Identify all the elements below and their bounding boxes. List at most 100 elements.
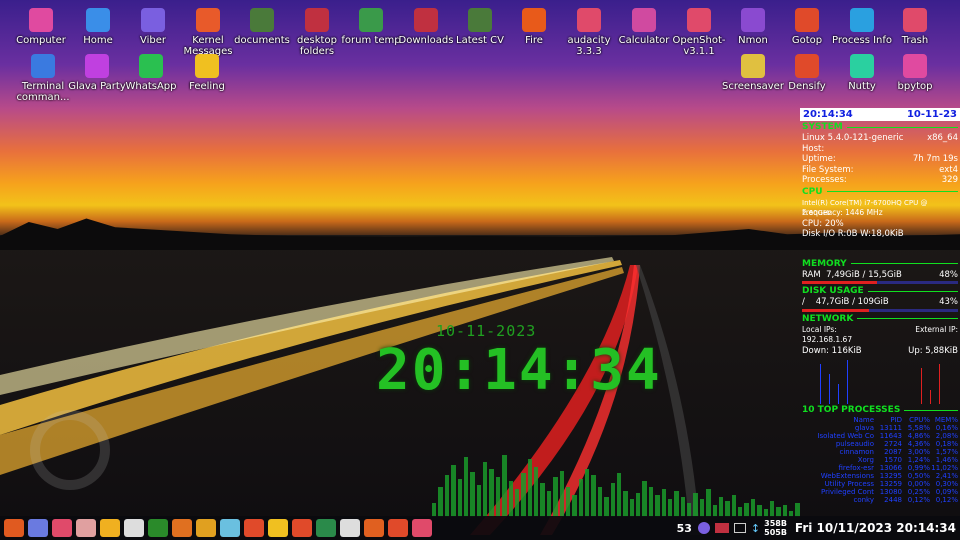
- terminal-icon[interactable]: [292, 519, 312, 537]
- disk-mount: /: [802, 297, 805, 307]
- process-cell: pulseaudio: [835, 440, 874, 448]
- firefox-icon[interactable]: [364, 519, 384, 537]
- process-cell: 0,12%: [907, 496, 930, 504]
- gotop-icon: [795, 8, 819, 32]
- process-cell: Privileged Cont: [820, 488, 874, 496]
- process-cell: 0,12%: [935, 496, 958, 504]
- net-down: Down: 116KiB: [802, 345, 862, 356]
- uptime-label: Uptime:: [802, 154, 836, 164]
- calculator-icon: [632, 8, 656, 32]
- bolt-icon[interactable]: [268, 519, 288, 537]
- visualizer-bar: [769, 501, 775, 517]
- col-name: Name: [853, 416, 874, 424]
- visualizer-bar: [667, 499, 673, 517]
- cpu-header: CPU: [800, 186, 960, 198]
- visualizer-bar: [534, 467, 539, 517]
- clock-icon[interactable]: [340, 519, 360, 537]
- terminal-icon[interactable]: [244, 519, 264, 537]
- dashed-square-icon[interactable]: [148, 519, 168, 537]
- visualizer-bar: [578, 479, 583, 517]
- flag-icon[interactable]: [714, 523, 729, 533]
- ram-percent: 48%: [939, 269, 958, 280]
- visualizer-bar: [750, 499, 756, 517]
- tray-count: 53: [676, 521, 692, 535]
- ubuntu-menu-icon[interactable]: [4, 519, 24, 537]
- net-up-speed: 358B: [764, 519, 787, 528]
- visualizer-bar: [642, 481, 647, 517]
- cpu-graph-area: [800, 240, 960, 258]
- conky-header: 20:14:34 10-11-23: [800, 108, 960, 121]
- terminal-money-icon[interactable]: [196, 519, 216, 537]
- folder-icon: [250, 8, 274, 32]
- process-cell: 0,09%: [935, 488, 958, 496]
- col-mem: MEM%: [934, 416, 958, 424]
- taskbar-clock[interactable]: Fri 10/11/2023 20:14:34: [795, 521, 956, 535]
- process-cell: 0,00%: [907, 480, 930, 488]
- pinwheel-icon[interactable]: [172, 519, 192, 537]
- face-icon: [195, 54, 219, 78]
- uptime-value: 7h 7m 19s: [912, 154, 958, 164]
- inkscape-icon[interactable]: [316, 519, 336, 537]
- processes-label: Processes:: [802, 175, 847, 185]
- visualizer-bar: [470, 472, 475, 517]
- process-cell: WebExtensions: [820, 472, 874, 480]
- gear-icon: [196, 8, 220, 32]
- fire-icon: [522, 8, 546, 32]
- net-down-speed: 505B: [764, 528, 787, 537]
- files-icon[interactable]: [28, 519, 48, 537]
- process-row: Isolated Web Co 11643 4,86% 2,08%: [800, 432, 960, 440]
- process-cell: 11643: [879, 432, 902, 440]
- viber-tray-icon[interactable]: [697, 522, 710, 534]
- disk-value: 47,7GiB / 109GiB: [815, 297, 889, 307]
- desktop-icon-bpytop[interactable]: bpytop: [882, 54, 948, 92]
- whatsapp-icon: [139, 54, 163, 78]
- desktop-icon-label: bpytop: [897, 81, 933, 92]
- visualizer-bar: [725, 501, 730, 517]
- disk-percent: 43%: [939, 297, 958, 307]
- visualizer-bar: [565, 487, 571, 517]
- desktop-icon-trash[interactable]: Trash: [882, 8, 948, 46]
- home-icon: [86, 8, 110, 32]
- display-tray-icon[interactable]: [733, 523, 746, 533]
- monitor-icon: [29, 8, 53, 32]
- conky-time: 20:14:34: [803, 109, 853, 120]
- visualizer-bar: [489, 469, 494, 517]
- keyboard-icon[interactable]: [124, 519, 144, 537]
- nmon-icon: [741, 8, 765, 32]
- visualizer-bar: [597, 487, 603, 517]
- process-list: glava 13111 5,58% 0,16% Isolated Web Co 11643…: [800, 424, 960, 504]
- visualizer-bar: [432, 503, 437, 517]
- local-ip-label: Local IPs:: [802, 324, 837, 334]
- gear-icon: [850, 8, 874, 32]
- network-tray-icon[interactable]: ↕: [751, 522, 760, 535]
- cards-icon[interactable]: [76, 519, 96, 537]
- process-cell: 0,50%: [907, 472, 930, 480]
- music-icon[interactable]: [220, 519, 240, 537]
- arch-value: x86_64: [927, 133, 958, 143]
- desktop-icon-feeling[interactable]: Feeling: [174, 54, 240, 92]
- stack-icon[interactable]: [52, 519, 72, 537]
- process-row: Privileged Cont 13080 0,25% 0,09%: [800, 488, 960, 496]
- fs-label: File System:: [802, 164, 854, 175]
- ram-label: RAM: [802, 269, 821, 280]
- process-cell: 4,86%: [907, 432, 930, 440]
- firefox-alt-icon[interactable]: [388, 519, 408, 537]
- audacity-icon: [577, 8, 601, 32]
- visualizer-bar: [572, 495, 577, 517]
- visualizer-bar: [438, 487, 443, 517]
- visualizer-bar: [451, 465, 456, 517]
- process-cell: 2,08%: [935, 432, 958, 440]
- system-tray: 53 ↕ 358B 505B Fri 10/11/2023 20:14:34: [677, 516, 960, 540]
- kernel-value: Linux 5.4.0-121-generic: [802, 133, 904, 143]
- folder-icon: [305, 8, 329, 32]
- densify-icon: [795, 54, 819, 78]
- display-icon[interactable]: [412, 519, 432, 537]
- viber-icon: [141, 8, 165, 32]
- process-cell: cinnamon: [839, 448, 875, 456]
- trash-icon: [903, 8, 927, 32]
- visualizer-bar: [693, 493, 698, 517]
- visualizer-bar: [623, 491, 628, 517]
- visualizer-bar: [457, 479, 462, 517]
- mail-icon[interactable]: [100, 519, 120, 537]
- process-cell: glava: [854, 424, 874, 432]
